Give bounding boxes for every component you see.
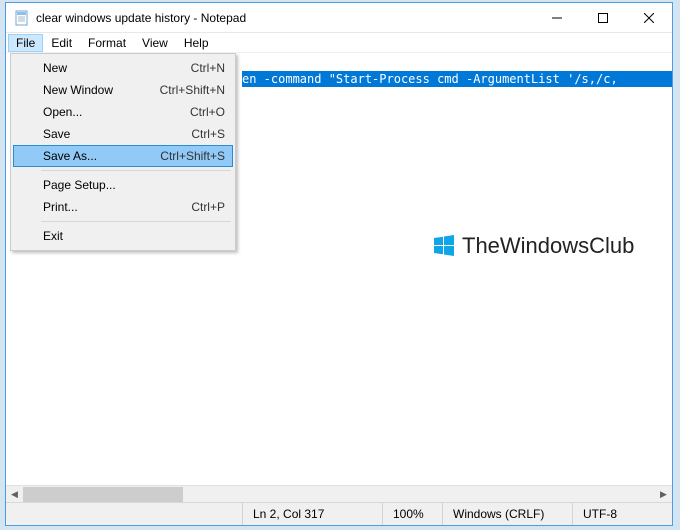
menu-item-shortcut: Ctrl+N	[191, 61, 225, 75]
menu-item-page-setup[interactable]: Page Setup...	[13, 174, 233, 196]
menu-format[interactable]: Format	[80, 34, 134, 52]
menu-separator	[41, 170, 231, 171]
menu-item-label: Exit	[43, 229, 225, 243]
notepad-app-icon	[14, 10, 30, 26]
menu-item-label: Save As...	[43, 149, 160, 163]
status-line-ending: Windows (CRLF)	[442, 503, 572, 525]
menu-item-label: Open...	[43, 105, 190, 119]
scroll-right-icon[interactable]: ▶	[655, 486, 672, 503]
menu-item-label: Save	[43, 127, 191, 141]
menu-item-shortcut: Ctrl+Shift+S	[160, 149, 225, 163]
editor-selected-text: en -command "Start-Process cmd -Argument…	[242, 71, 672, 87]
menu-item-save-as[interactable]: Save As... Ctrl+Shift+S	[13, 145, 233, 167]
scroll-left-icon[interactable]: ◀	[6, 486, 23, 503]
menu-item-label: Print...	[43, 200, 191, 214]
menu-item-shortcut: Ctrl+P	[191, 200, 225, 214]
menu-item-open[interactable]: Open... Ctrl+O	[13, 101, 233, 123]
menubar: File Edit Format View Help	[6, 33, 672, 53]
menu-edit[interactable]: Edit	[43, 34, 80, 52]
status-position: Ln 2, Col 317	[242, 503, 382, 525]
menu-item-exit[interactable]: Exit	[13, 225, 233, 247]
status-spacer	[6, 503, 242, 525]
menu-item-shortcut: Ctrl+S	[191, 127, 225, 141]
menu-separator	[41, 221, 231, 222]
menu-item-new[interactable]: New Ctrl+N	[13, 57, 233, 79]
titlebar: clear windows update history - Notepad	[6, 3, 672, 33]
menu-item-shortcut: Ctrl+Shift+N	[160, 83, 225, 97]
menu-item-label: Page Setup...	[43, 178, 225, 192]
text-area[interactable]: en -command "Start-Process cmd -Argument…	[6, 53, 672, 485]
menu-view[interactable]: View	[134, 34, 176, 52]
menu-item-save[interactable]: Save Ctrl+S	[13, 123, 233, 145]
window-title: clear windows update history - Notepad	[36, 11, 534, 25]
window-controls	[534, 3, 672, 33]
menu-help[interactable]: Help	[176, 34, 217, 52]
menu-item-print[interactable]: Print... Ctrl+P	[13, 196, 233, 218]
menu-item-shortcut: Ctrl+O	[190, 105, 225, 119]
menu-item-label: New Window	[43, 83, 160, 97]
minimize-button[interactable]	[534, 3, 580, 33]
scrollbar-thumb[interactable]	[23, 487, 183, 502]
statusbar: Ln 2, Col 317 100% Windows (CRLF) UTF-8	[6, 502, 672, 525]
notepad-window: clear windows update history - Notepad F…	[5, 2, 673, 526]
status-encoding: UTF-8	[572, 503, 672, 525]
menu-file[interactable]: File	[8, 34, 43, 52]
scrollbar-track[interactable]	[23, 486, 655, 503]
close-button[interactable]	[626, 3, 672, 33]
status-zoom: 100%	[382, 503, 442, 525]
file-menu-dropdown: New Ctrl+N New Window Ctrl+Shift+N Open.…	[10, 53, 236, 251]
horizontal-scrollbar[interactable]: ◀ ▶	[6, 485, 672, 502]
menu-item-label: New	[43, 61, 191, 75]
maximize-button[interactable]	[580, 3, 626, 33]
menu-item-new-window[interactable]: New Window Ctrl+Shift+N	[13, 79, 233, 101]
